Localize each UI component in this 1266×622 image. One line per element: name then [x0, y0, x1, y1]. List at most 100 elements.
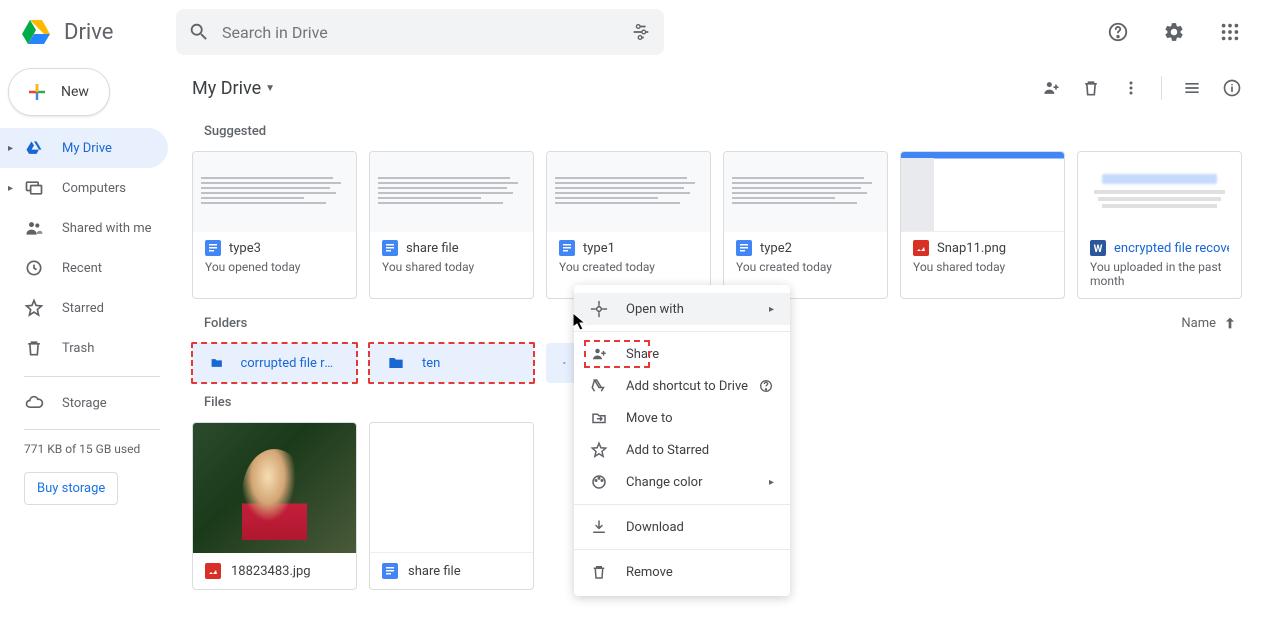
ctx-remove[interactable]: Remove — [574, 556, 790, 588]
ctx-share[interactable]: Share — [574, 338, 790, 370]
ctx-change-color[interactable]: Change color ▸ — [574, 466, 790, 498]
trash-icon — [24, 338, 44, 358]
buy-storage-button[interactable]: Buy storage — [24, 472, 118, 505]
search-icon — [188, 21, 210, 43]
sidebar-item-starred[interactable]: Starred — [0, 288, 168, 328]
search-options-icon[interactable] — [630, 21, 652, 43]
ctx-open-with[interactable]: Open with ▸ — [574, 293, 790, 325]
divider — [574, 549, 790, 550]
settings-button[interactable] — [1154, 12, 1194, 52]
breadcrumb-title: My Drive — [192, 78, 261, 99]
sidebar-item-trash[interactable]: Trash — [0, 328, 168, 368]
share-people-button[interactable] — [1033, 70, 1069, 106]
thumbnail — [370, 423, 533, 553]
sort-label: Name — [1181, 316, 1216, 331]
sidebar-item-recent[interactable]: Recent — [0, 248, 168, 288]
sidebar-item-shared[interactable]: Shared with me — [0, 208, 168, 248]
search-bar[interactable] — [176, 9, 664, 55]
divider — [574, 504, 790, 505]
sidebar-item-label: My Drive — [62, 141, 112, 156]
folder-item[interactable]: corrupted file recovery — [192, 343, 357, 383]
folder-icon — [209, 353, 224, 373]
sidebar: New ▸ My Drive ▸ Computers Shared with m… — [0, 64, 176, 622]
expand-icon[interactable]: ▸ — [8, 183, 24, 194]
file-subtitle: You uploaded in the past month — [1090, 260, 1229, 288]
thumbnail — [193, 152, 356, 232]
sidebar-item-label: Shared with me — [62, 221, 152, 236]
logo-area[interactable]: Drive — [16, 12, 176, 52]
more-button[interactable] — [1113, 70, 1149, 106]
ctx-download[interactable]: Download — [574, 511, 790, 543]
sidebar-item-computers[interactable]: ▸ Computers — [0, 168, 168, 208]
divider — [24, 376, 160, 377]
app-name: Drive — [64, 20, 113, 45]
suggested-card[interactable]: type3You opened today — [192, 151, 357, 299]
list-view-icon — [1182, 78, 1202, 98]
docs-icon — [382, 240, 398, 256]
sidebar-item-my-drive[interactable]: ▸ My Drive — [0, 128, 168, 168]
sidebar-item-label: Computers — [62, 181, 126, 196]
svg-text:W: W — [1094, 244, 1103, 255]
ctx-add-starred[interactable]: Add to Starred — [574, 434, 790, 466]
suggested-card[interactable]: Wencrypted file recovery d...You uploade… — [1077, 151, 1242, 299]
header-actions — [1098, 12, 1250, 52]
file-subtitle: You created today — [559, 260, 698, 274]
suggested-card[interactable]: Snap11.pngYou shared today — [900, 151, 1065, 299]
cloud-icon — [24, 393, 44, 413]
folder-icon — [563, 353, 566, 373]
suggested-card[interactable]: type2You created today — [723, 151, 888, 299]
help-button[interactable] — [1098, 12, 1138, 52]
arrow-up-icon — [1222, 315, 1238, 331]
file-subtitle: You shared today — [913, 260, 1052, 274]
new-button-label: New — [61, 84, 89, 100]
storage-label: Storage — [62, 396, 107, 411]
folder-item[interactable]: ten — [369, 343, 534, 383]
file-subtitle: You shared today — [382, 260, 521, 274]
toolbar-actions — [1033, 70, 1250, 106]
image-icon — [913, 240, 929, 256]
file-item[interactable]: 18823483.jpg — [192, 422, 357, 590]
ctx-move-to[interactable]: Move to — [574, 402, 790, 434]
apps-button[interactable] — [1210, 12, 1250, 52]
thumbnail — [547, 152, 710, 232]
gear-icon — [1163, 21, 1185, 43]
file-item[interactable]: share file — [369, 422, 534, 590]
delete-button[interactable] — [1073, 70, 1109, 106]
docs-icon — [382, 563, 398, 579]
file-name-text: share file — [408, 564, 461, 579]
ctx-label: Change color — [626, 475, 703, 490]
move-icon — [590, 409, 608, 427]
suggested-card[interactable]: share fileYou shared today — [369, 151, 534, 299]
word-icon: W — [1090, 240, 1106, 256]
help-icon — [1107, 21, 1129, 43]
docs-icon — [559, 240, 575, 256]
search-input[interactable] — [222, 23, 630, 42]
sidebar-item-label: Starred — [62, 301, 104, 316]
storage-usage: 771 KB of 15 GB used — [0, 438, 168, 460]
ctx-add-shortcut[interactable]: Add shortcut to Drive — [574, 370, 790, 402]
breadcrumb[interactable]: My Drive ▼ — [192, 78, 275, 99]
sidebar-item-label: Trash — [62, 341, 94, 356]
expand-icon[interactable]: ▸ — [8, 143, 24, 154]
ctx-label: Open with — [626, 302, 684, 317]
docs-icon — [736, 240, 752, 256]
separator — [1161, 76, 1162, 100]
chevron-right-icon: ▸ — [769, 477, 774, 488]
chevron-right-icon: ▸ — [769, 304, 774, 315]
new-button[interactable]: New — [8, 68, 110, 116]
path-bar: My Drive ▼ — [192, 64, 1250, 112]
details-button[interactable] — [1214, 70, 1250, 106]
star-icon — [24, 298, 44, 318]
ctx-label: Add shortcut to Drive — [626, 379, 748, 394]
image-icon — [205, 563, 221, 579]
suggested-card[interactable]: type1 You created today — [546, 151, 711, 299]
file-name: type3 — [229, 241, 261, 256]
people-icon — [24, 218, 44, 238]
sort-control[interactable]: Name — [1181, 315, 1238, 331]
context-menu: Open with ▸ Share Add shortcut to Drive … — [574, 285, 790, 596]
file-name: type1 — [583, 241, 615, 256]
list-view-button[interactable] — [1174, 70, 1210, 106]
sidebar-item-storage[interactable]: Storage — [0, 385, 168, 421]
thumbnail — [901, 152, 1064, 232]
person-add-icon — [590, 345, 608, 363]
